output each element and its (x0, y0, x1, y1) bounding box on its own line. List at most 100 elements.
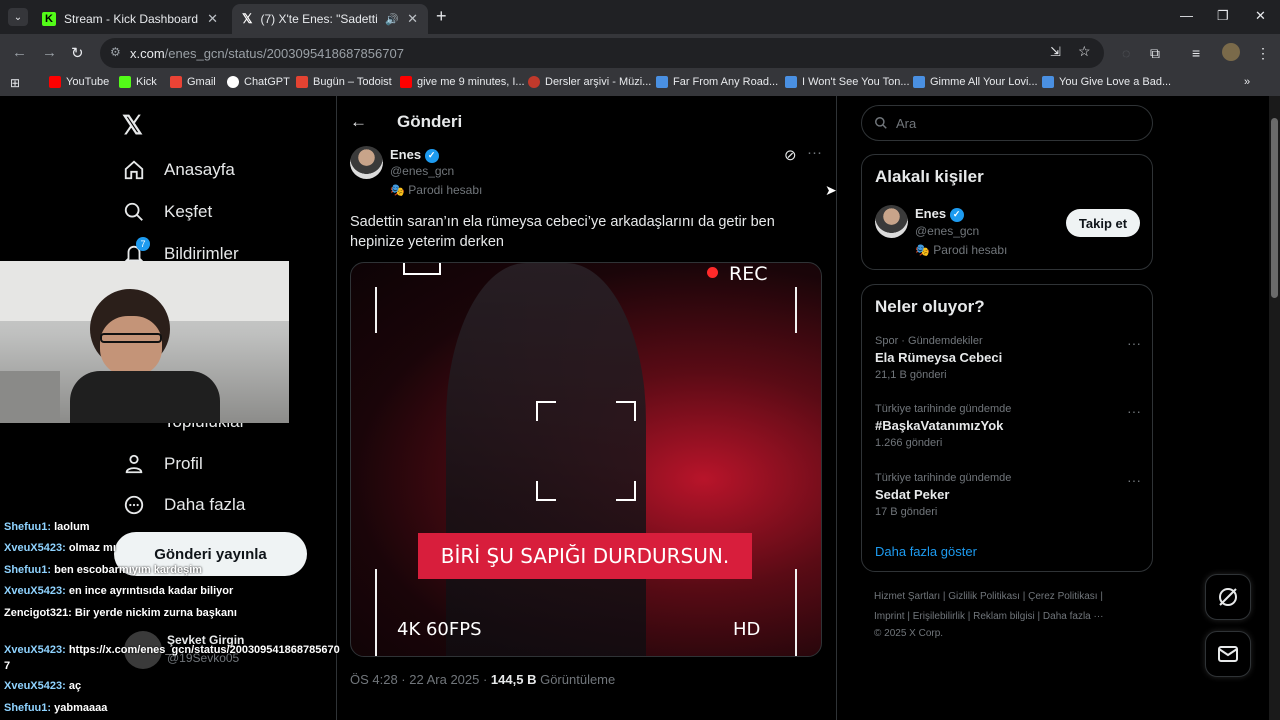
footer-links[interactable]: Hizmet Şartları | Gizlilik Politikası | … (874, 591, 1103, 602)
youtube-icon (49, 76, 61, 88)
search-input[interactable]: Ara (861, 105, 1153, 141)
forward-icon[interactable]: → (42, 44, 57, 61)
author-handle[interactable]: @enes_gcn (390, 164, 454, 178)
back-icon[interactable]: ← (12, 44, 27, 61)
profile-avatar-icon[interactable] (1222, 43, 1240, 61)
site-info-icon[interactable]: ⚙ (110, 45, 121, 59)
bookmark-kick[interactable]: Kick (119, 76, 157, 88)
chat-text: Bir yerde nickim zurna başkanı (74, 607, 237, 619)
follow-button[interactable]: Takip et (1066, 209, 1140, 237)
profile-icon (122, 452, 146, 476)
video-figure (446, 263, 646, 656)
media-control-icon[interactable]: ≡ (1192, 45, 1200, 61)
bookmark-label: Gimme All Your Lovi... (930, 76, 1038, 88)
site-icon (1042, 76, 1054, 88)
extensions-puzzle-icon[interactable]: ⧉ (1150, 45, 1160, 62)
x-logo-icon[interactable]: 𝕏 (122, 110, 143, 141)
trend-more-icon[interactable]: ··· (1127, 403, 1141, 419)
restore-icon[interactable]: ❐ (1217, 8, 1229, 24)
trend-item[interactable]: Spor · Gündemdekiler Ela Rümeysa Cebeci … (875, 335, 1002, 381)
nav-label: Keşfet (164, 202, 213, 221)
tab-title: Stream - Kick Dashboard (64, 12, 199, 26)
post-time[interactable]: ÖS 4:28 · 22 Ara 2025 · (350, 672, 491, 687)
nav-home[interactable]: Anasayfa (122, 158, 235, 182)
chatgpt-icon (227, 76, 239, 88)
related-avatar[interactable] (875, 205, 908, 238)
nav-more[interactable]: Daha fazla (122, 493, 245, 517)
site-icon (913, 76, 925, 88)
chat-user: Shefuu1: (4, 702, 52, 714)
kebab-menu-icon[interactable]: ⋮ (1256, 45, 1270, 62)
card-title: Neler oluyor? (875, 297, 985, 316)
install-app-icon[interactable]: ⇲ (1050, 44, 1061, 60)
trend-more-icon[interactable]: ··· (1127, 472, 1141, 488)
bookmark-label: Kick (136, 76, 157, 88)
chat-user: XveuX5423: (4, 644, 66, 656)
minimize-icon[interactable]: — (1180, 8, 1193, 23)
address-bar[interactable]: ⚙ x.com/enes_gcn/status/2003095418687856… (100, 38, 1104, 68)
bookmark-you-give-love[interactable]: You Give Love a Bad... (1042, 76, 1171, 88)
nav-explore[interactable]: Keşfet (122, 200, 212, 224)
bookmark-label: Gmail (187, 76, 216, 88)
trend-category: Türkiye tarihinde gündemde (875, 403, 1012, 415)
bookmark-dersler[interactable]: Dersler arşivi - Müzi... (528, 76, 651, 88)
related-name-row[interactable]: Enes ✓ (915, 206, 964, 222)
grok-floating-button[interactable] (1205, 574, 1251, 620)
scrollbar-thumb[interactable] (1271, 118, 1278, 298)
url-host: x.com (130, 45, 165, 61)
back-arrow-icon[interactable]: ← (350, 112, 367, 132)
bookmarks-overflow-icon[interactable]: » (1244, 76, 1250, 88)
trend-category: Türkiye tarihinde gündemde (875, 472, 1012, 484)
close-icon[interactable]: ✕ (207, 11, 218, 27)
trend-item[interactable]: Türkiye tarihinde gündemde Sedat Peker 1… (875, 472, 1011, 518)
trend-more-icon[interactable]: ··· (1127, 335, 1141, 351)
trend-count: 17 B gönderi (875, 506, 938, 518)
author-avatar[interactable] (350, 146, 383, 179)
chat-text: yabmaaaa (54, 702, 108, 714)
trends-card: Neler oluyor? Spor · Gündemdekiler Ela R… (861, 284, 1153, 572)
close-icon[interactable]: ✕ (407, 11, 418, 27)
bookmark-chatgpt[interactable]: ChatGPT (227, 76, 290, 88)
reload-icon[interactable]: ↻ (71, 44, 84, 62)
related-people-card: Alakalı kişiler Enes ✓ @enes_gcn 🎭 Parod… (861, 154, 1153, 270)
grok-icon (1219, 588, 1237, 606)
window-close-icon[interactable]: ✕ (1255, 8, 1266, 24)
bookmark-label: YouTube (66, 76, 110, 88)
chat-user: Zencigot321: (4, 607, 72, 619)
bookmark-give-me-9-minutes[interactable]: give me 9 minutes, I... (400, 76, 525, 88)
post-video[interactable]: REC BİRİ ŞU SAPIĞI DURDURSUN. 4K 60FPS H… (350, 262, 822, 657)
bookmark-youtube[interactable]: YouTube (49, 76, 109, 88)
bookmark-todoist[interactable]: Bugün – Todoist (296, 76, 392, 88)
bookmark-star-icon[interactable]: ☆ (1078, 43, 1091, 60)
bookmark-gimme-all[interactable]: Gimme All Your Lovi... (913, 76, 1038, 88)
show-more-link[interactable]: Daha fazla göster (875, 544, 977, 559)
trend-item[interactable]: Türkiye tarihinde gündemde #BaşkaVatanım… (875, 403, 1011, 449)
more-options-icon[interactable]: ··· (807, 144, 822, 161)
bookmark-label: You Give Love a Bad... (1059, 76, 1172, 88)
tab-x-post[interactable]: 𝕏 (7) X'te Enes: "Sadettin saran 🔊 ✕ (232, 4, 428, 34)
views-label: Görüntüleme (540, 672, 616, 687)
more-circle-icon (122, 493, 146, 517)
speaker-icon[interactable]: 🔊 (385, 13, 399, 26)
grok-icon[interactable]: ⊘ (784, 146, 797, 164)
tab-kick-dashboard[interactable]: K Stream - Kick Dashboard ✕ (32, 4, 228, 34)
nav-label: Anasayfa (164, 160, 235, 179)
bookmark-i-wont-see-you[interactable]: I Won't See You Ton... (785, 76, 910, 88)
trend-count: 21,1 B gönderi (875, 369, 947, 381)
extension-icon[interactable]: ◌ (1122, 45, 1130, 61)
nav-profile[interactable]: Profil (122, 452, 203, 476)
tab-search-button[interactable]: ⌄ (8, 8, 28, 26)
bookmark-gmail[interactable]: Gmail (170, 76, 216, 88)
new-tab-button[interactable]: + (436, 6, 447, 27)
bookmark-far-from-any-road[interactable]: Far From Any Road... (656, 76, 778, 88)
bookmark-label: Far From Any Road... (673, 76, 779, 88)
footer-links[interactable]: Imprint | Erişilebilirlik | Reklam bilgi… (874, 611, 1104, 622)
site-icon (785, 76, 797, 88)
search-placeholder: Ara (896, 115, 917, 131)
divider (336, 96, 337, 720)
post-text: Sadettin saran’ın ela rümeysa cebeci’ye … (350, 214, 775, 250)
messages-floating-button[interactable] (1205, 631, 1251, 677)
author-name-row[interactable]: Enes ✓ (390, 147, 439, 163)
apps-grid-icon[interactable]: ⊞ (10, 76, 20, 90)
home-icon (122, 158, 146, 182)
